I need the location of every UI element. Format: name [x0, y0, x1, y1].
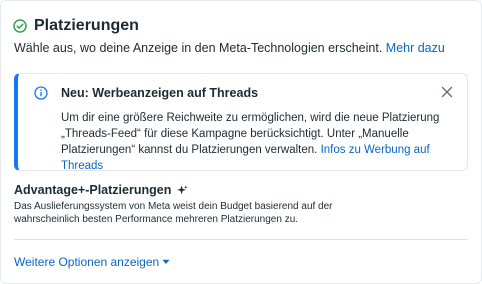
notice-body: Um dir eine größere Reichweite zu ermögl…	[61, 110, 461, 174]
caret-down-icon	[162, 259, 170, 264]
section-header: Platzierungen	[13, 17, 139, 35]
more-options-button[interactable]: Weitere Optionen anzeigen	[14, 255, 170, 269]
advantage-placements-title: Advantage+-Platzierungen	[14, 183, 188, 197]
check-circle-icon	[13, 19, 27, 33]
info-icon	[34, 86, 48, 100]
advantage-placements-description: Das Auslieferungssystem von Meta weist d…	[14, 201, 333, 225]
section-subtitle: Wähle aus, wo deine Anzeige in den Meta-…	[14, 41, 445, 55]
sparkle-icon	[177, 184, 188, 194]
close-icon[interactable]	[441, 86, 453, 98]
notice-title: Neu: Werbeanzeigen auf Threads	[61, 86, 259, 100]
learn-more-link[interactable]: Mehr dazu	[386, 41, 445, 55]
advantage-title-text: Advantage+-Platzierungen	[14, 183, 172, 197]
section-title: Platzierungen	[34, 17, 139, 34]
placements-card: Platzierungen Wähle aus, wo deine Anzeig…	[0, 0, 482, 284]
divider	[14, 239, 468, 240]
subtitle-text: Wähle aus, wo deine Anzeige in den Meta-…	[14, 41, 383, 55]
threads-notice: Neu: Werbeanzeigen auf Threads Um dir ei…	[14, 73, 468, 174]
more-options-label: Weitere Optionen anzeigen	[14, 255, 160, 269]
